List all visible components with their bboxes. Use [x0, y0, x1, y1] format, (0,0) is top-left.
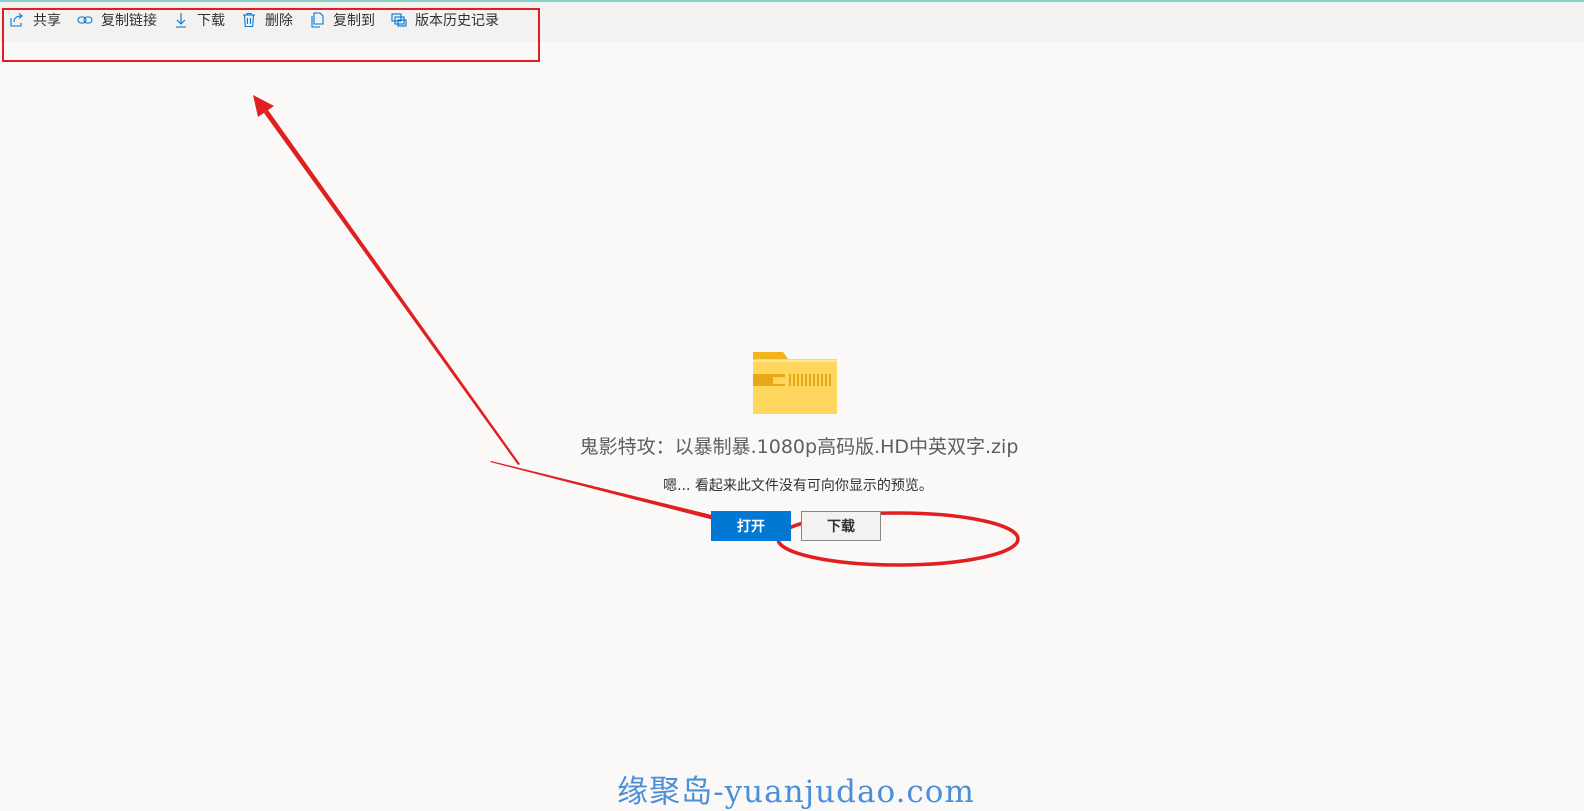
download-button[interactable]: 下载: [173, 2, 225, 38]
zip-folder-icon: [753, 352, 837, 414]
copy-to-icon: [311, 12, 324, 28]
file-name: 鬼影特攻：以暴制暴.1080p高码版.HD中英双字.zip: [579, 436, 1019, 458]
share-button[interactable]: 共享: [9, 2, 61, 38]
link-icon: [77, 16, 93, 24]
command-bar: 共享 复制链接 下载 删除 复制到 版本历史记录: [0, 2, 1584, 42]
delete-label: 删除: [265, 13, 293, 29]
version-history-label: 版本历史记录: [415, 13, 499, 29]
download-label: 下载: [197, 13, 225, 29]
open-button[interactable]: 打开: [711, 511, 791, 541]
copy-to-button[interactable]: 复制到: [309, 2, 375, 38]
preview-actions: 打开 下载: [711, 511, 881, 541]
watermark-text: 缘聚岛-yuanjudao.com: [617, 774, 975, 810]
download-icon: [176, 13, 186, 28]
share-label: 共享: [33, 13, 61, 29]
delete-button[interactable]: 删除: [241, 2, 293, 38]
delete-icon: [243, 12, 255, 28]
version-history-button[interactable]: 版本历史记录: [391, 2, 499, 38]
annotation-arrowhead-up: [253, 95, 274, 117]
share-icon: [10, 13, 23, 27]
version-history-icon: [391, 13, 407, 27]
file-preview-panel: 鬼影特攻：以暴制暴.1080p高码版.HD中英双字.zip 嗯... 看起来此文…: [0, 350, 1584, 541]
preview-download-button[interactable]: 下载: [801, 511, 881, 541]
copy-link-button[interactable]: 复制链接: [77, 2, 157, 38]
copy-link-label: 复制链接: [101, 13, 157, 29]
copy-to-label: 复制到: [333, 13, 375, 29]
no-preview-message: 嗯... 看起来此文件没有可向你显示的预览。: [663, 478, 933, 494]
